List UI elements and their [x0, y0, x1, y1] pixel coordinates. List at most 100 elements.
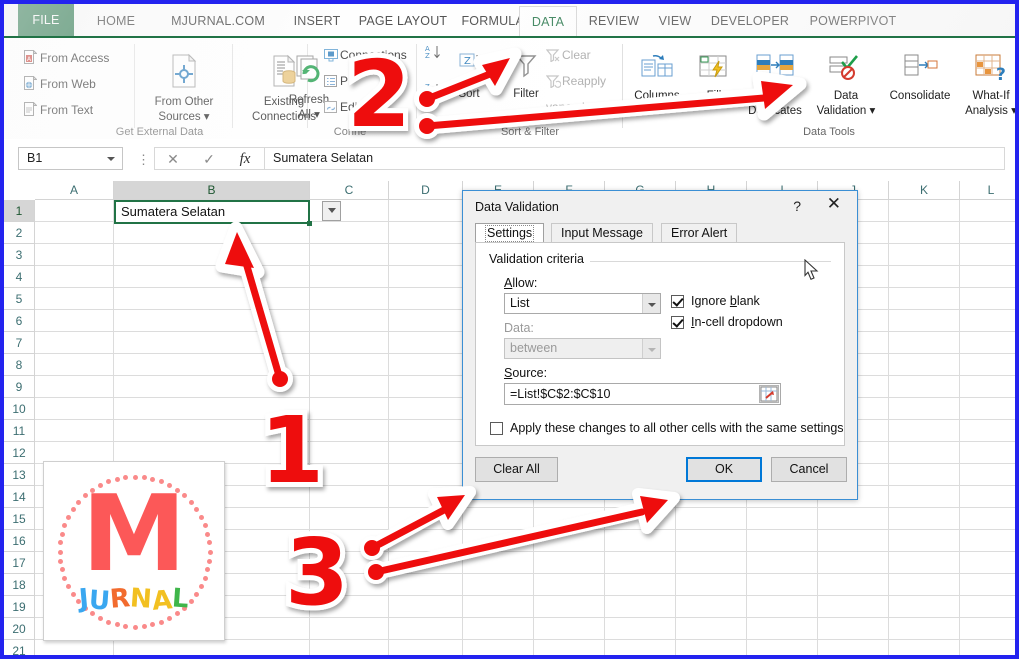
cell-k13[interactable]: [889, 464, 960, 486]
tab-input-message[interactable]: Input Message: [551, 223, 653, 243]
cell-k8[interactable]: [889, 354, 960, 376]
row-header-19[interactable]: 19: [4, 596, 35, 618]
chevron-down-icon[interactable]: [642, 294, 660, 313]
cell-d6[interactable]: [389, 310, 463, 332]
cell-d3[interactable]: [389, 244, 463, 266]
cell-a21[interactable]: [35, 640, 114, 655]
row-header-20[interactable]: 20: [4, 618, 35, 640]
cell-d8[interactable]: [389, 354, 463, 376]
cell-f15[interactable]: [534, 508, 605, 530]
cell-h20[interactable]: [676, 618, 747, 640]
confirm-entry-icon[interactable]: ✓: [191, 149, 227, 170]
cell-k19[interactable]: [889, 596, 960, 618]
cell-c6[interactable]: [310, 310, 389, 332]
cell-j17[interactable]: [818, 552, 889, 574]
tab-page-layout[interactable]: PAGE LAYOUT: [352, 6, 454, 36]
clear-filter-button[interactable]: Clear: [545, 46, 591, 65]
cell-c12[interactable]: [310, 442, 389, 464]
row-header-6[interactable]: 6: [4, 310, 35, 332]
apply-all-row[interactable]: Apply these changes to all other cells w…: [490, 421, 844, 435]
cell-c4[interactable]: [310, 266, 389, 288]
cell-l21[interactable]: [960, 640, 1015, 655]
source-input[interactable]: =List!$C$2:$C$10: [504, 383, 781, 405]
filter-button[interactable]: Filter: [500, 52, 552, 101]
cell-d12[interactable]: [389, 442, 463, 464]
in-cell-dropdown-arrow[interactable]: [322, 201, 341, 221]
cell-a2[interactable]: [35, 222, 114, 244]
cell-l16[interactable]: [960, 530, 1015, 552]
from-web-button[interactable]: From Web: [24, 75, 96, 94]
what-if-analysis-button[interactable]: ? What-If Analysis ▾: [958, 52, 1015, 118]
cell-a11[interactable]: [35, 420, 114, 442]
column-header-a[interactable]: A: [35, 181, 114, 200]
cell-d11[interactable]: [389, 420, 463, 442]
cell-d20[interactable]: [389, 618, 463, 640]
in-cell-dropdown-checkbox[interactable]: [671, 316, 684, 329]
row-header-3[interactable]: 3: [4, 244, 35, 266]
cell-c9[interactable]: [310, 376, 389, 398]
tab-developer[interactable]: DEVELOPER: [703, 6, 797, 36]
tab-powerpivot[interactable]: POWERPIVOT: [801, 6, 905, 36]
cell-a4[interactable]: [35, 266, 114, 288]
cell-g20[interactable]: [605, 618, 676, 640]
cell-e18[interactable]: [463, 574, 534, 596]
cell-c20[interactable]: [310, 618, 389, 640]
cell-b7[interactable]: [114, 332, 310, 354]
cell-l2[interactable]: [960, 222, 1015, 244]
from-text-button[interactable]: From Text: [24, 101, 93, 120]
ok-button[interactable]: OK: [686, 457, 762, 482]
row-header-1[interactable]: 1: [4, 200, 35, 222]
cell-k20[interactable]: [889, 618, 960, 640]
cell-d7[interactable]: [389, 332, 463, 354]
cell-d5[interactable]: [389, 288, 463, 310]
tab-review[interactable]: REVIEW: [581, 6, 647, 36]
advanced-filter-button[interactable]: vanced: [546, 98, 585, 117]
cell-g16[interactable]: [605, 530, 676, 552]
row-header-5[interactable]: 5: [4, 288, 35, 310]
cell-f21[interactable]: [534, 640, 605, 655]
row-header-21[interactable]: 21: [4, 640, 35, 655]
cell-d19[interactable]: [389, 596, 463, 618]
cell-d14[interactable]: [389, 486, 463, 508]
collapse-dialog-icon[interactable]: [759, 385, 779, 403]
cell-l19[interactable]: [960, 596, 1015, 618]
tab-error-alert[interactable]: Error Alert: [661, 223, 738, 243]
tab-mjurnal-com[interactable]: MJURNAL.COM: [154, 6, 282, 36]
row-header-4[interactable]: 4: [4, 266, 35, 288]
cell-g19[interactable]: [605, 596, 676, 618]
cell-l8[interactable]: [960, 354, 1015, 376]
tab-insert[interactable]: INSERT: [286, 6, 348, 36]
cell-f18[interactable]: [534, 574, 605, 596]
cell-j15[interactable]: [818, 508, 889, 530]
row-header-9[interactable]: 9: [4, 376, 35, 398]
cell-k1[interactable]: [889, 200, 960, 222]
cell-c10[interactable]: [310, 398, 389, 420]
cell-b2[interactable]: [114, 222, 310, 244]
cell-g17[interactable]: [605, 552, 676, 574]
cell-e15[interactable]: [463, 508, 534, 530]
cell-e19[interactable]: [463, 596, 534, 618]
cell-c7[interactable]: [310, 332, 389, 354]
cell-b6[interactable]: [114, 310, 310, 332]
cell-c14[interactable]: [310, 486, 389, 508]
tab-file[interactable]: FILE: [18, 4, 74, 36]
reapply-button[interactable]: Reapply: [545, 72, 606, 91]
cell-c2[interactable]: [310, 222, 389, 244]
row-header-15[interactable]: 15: [4, 508, 35, 530]
cell-c5[interactable]: [310, 288, 389, 310]
consolidate-button[interactable]: Consolidate: [880, 52, 960, 103]
cell-c15[interactable]: [310, 508, 389, 530]
cell-d2[interactable]: [389, 222, 463, 244]
cell-k7[interactable]: [889, 332, 960, 354]
cell-c17[interactable]: [310, 552, 389, 574]
row-header-11[interactable]: 11: [4, 420, 35, 442]
cell-l20[interactable]: [960, 618, 1015, 640]
cell-k14[interactable]: [889, 486, 960, 508]
cell-k5[interactable]: [889, 288, 960, 310]
cell-i17[interactable]: [747, 552, 818, 574]
cell-a8[interactable]: [35, 354, 114, 376]
cell-k9[interactable]: [889, 376, 960, 398]
cell-i15[interactable]: [747, 508, 818, 530]
cell-l11[interactable]: [960, 420, 1015, 442]
cell-h18[interactable]: [676, 574, 747, 596]
